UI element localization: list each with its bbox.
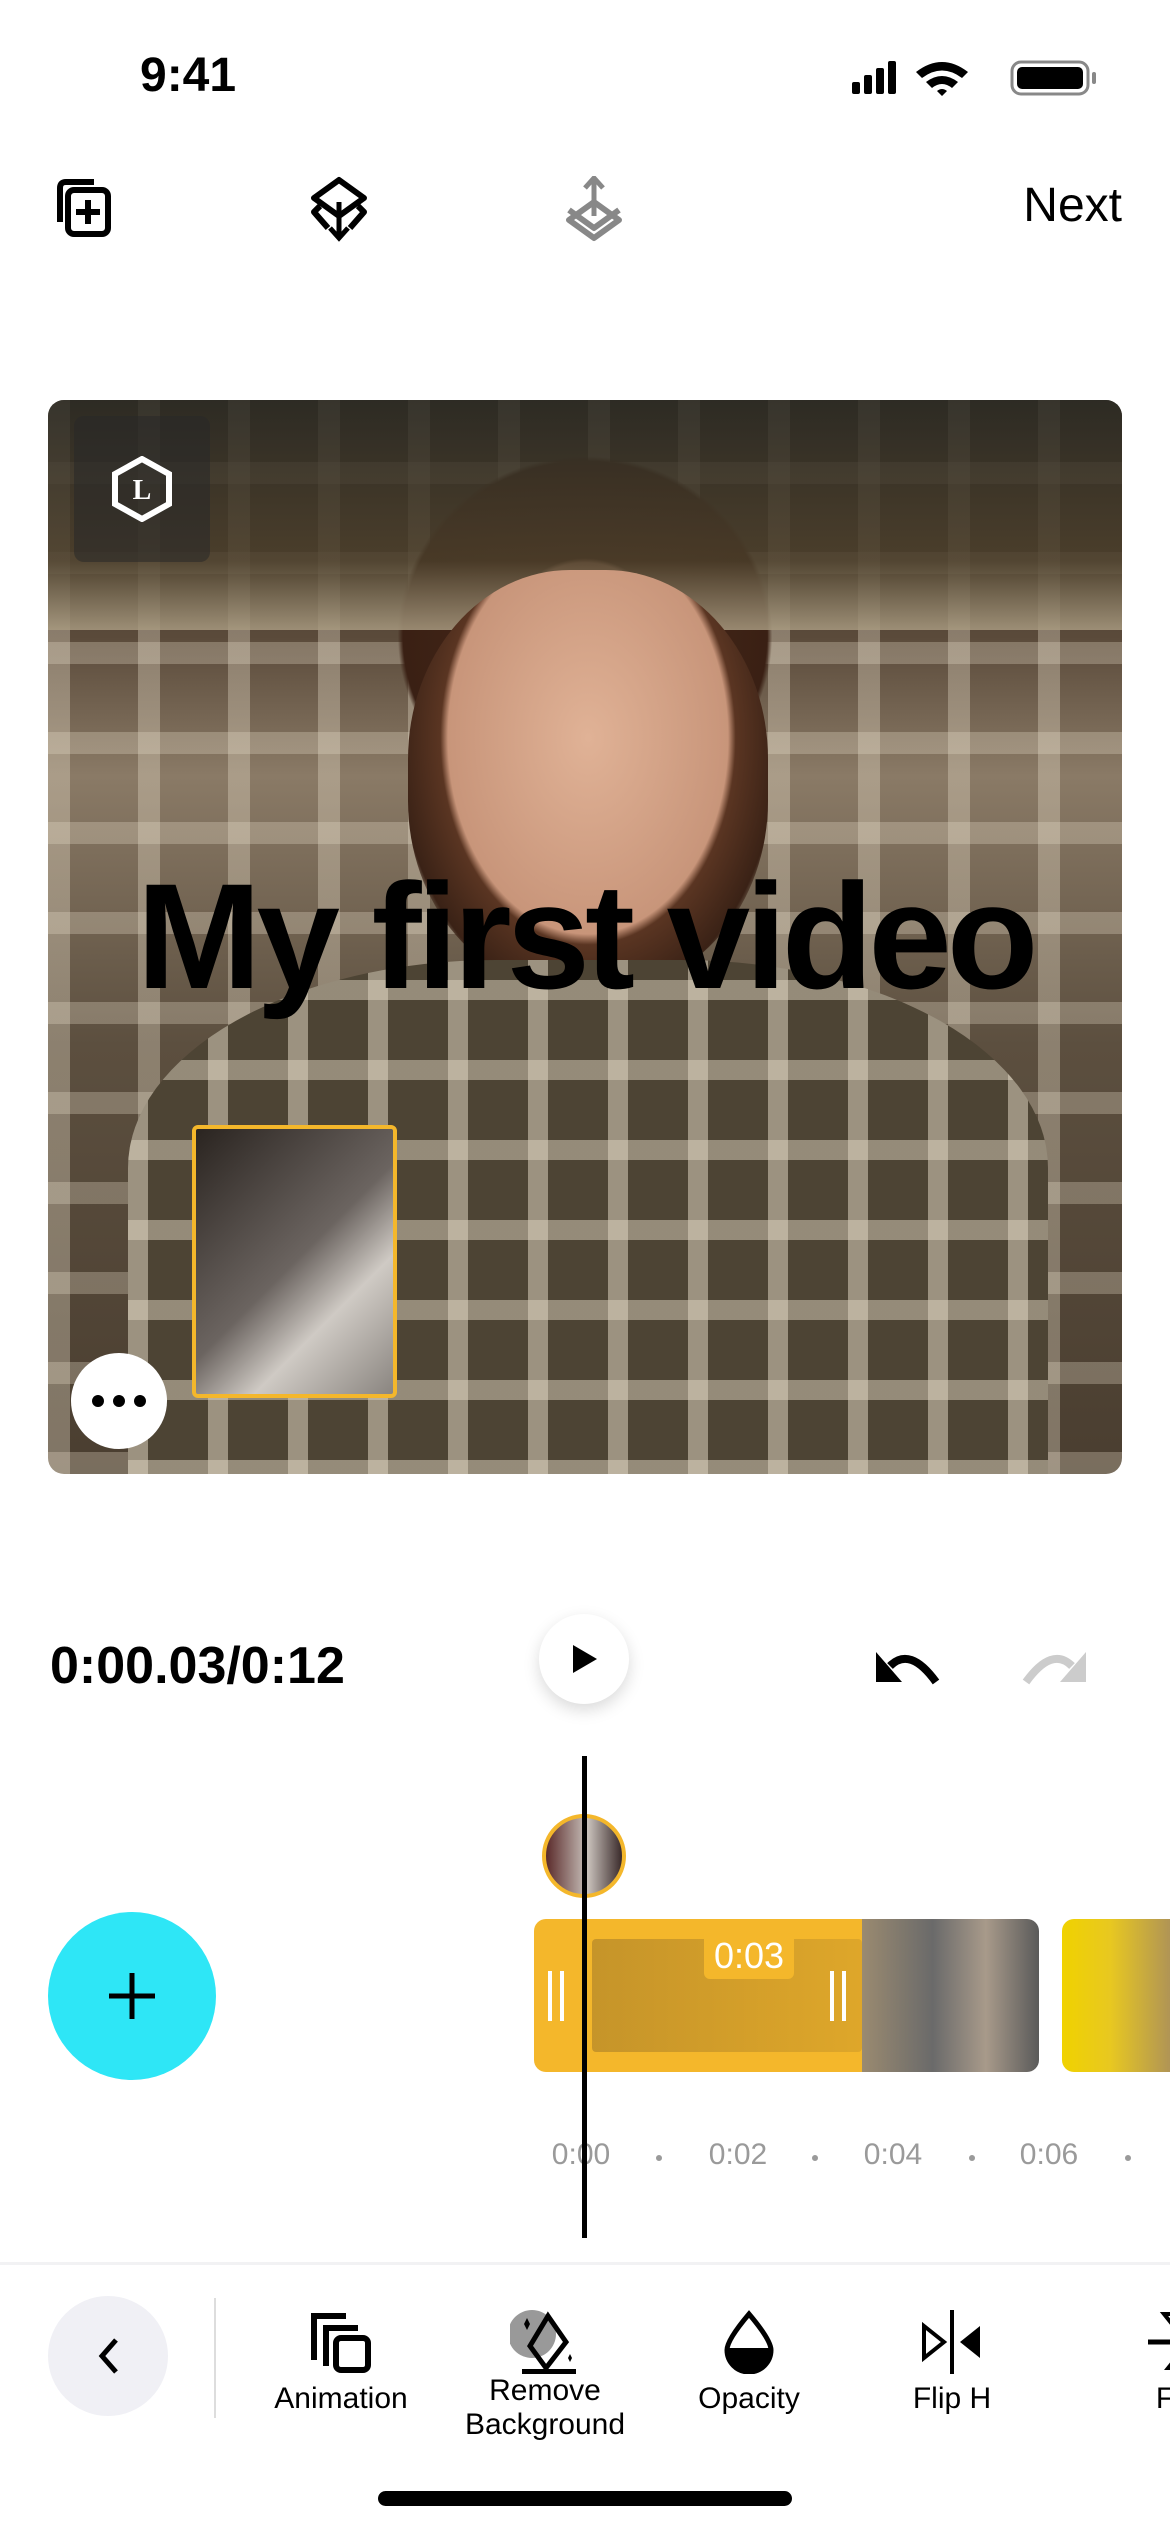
timeline-clip[interactable]	[862, 1919, 1039, 2072]
tick-dot	[656, 2155, 662, 2161]
next-button[interactable]: Next	[1023, 178, 1122, 233]
opacity-icon	[724, 2310, 774, 2374]
tool-animation[interactable]: Animation	[241, 2310, 441, 2416]
play-button[interactable]	[539, 1614, 629, 1704]
flip-horizontal-icon	[922, 2310, 980, 2374]
signal-icon	[852, 82, 860, 94]
flip-vertical-icon	[1148, 2312, 1170, 2370]
export-icon[interactable]	[563, 176, 625, 242]
add-layer-icon[interactable]	[54, 178, 114, 238]
time-tick: 0:00	[551, 2138, 611, 2171]
clip-duration: 0:03	[704, 1933, 795, 1979]
clip-left-trim-handle[interactable]	[548, 1971, 564, 2021]
play-icon	[573, 1645, 597, 1673]
tick-dot	[969, 2155, 975, 2161]
tool-label: Flip	[1155, 2382, 1170, 2415]
animation-icon	[311, 2313, 371, 2373]
timecode: 0:00.03/0:12	[50, 1637, 345, 1695]
remove-background-icon	[510, 2310, 576, 2374]
time-tick: 0:02	[708, 2138, 768, 2171]
tool-label: Remove Background	[464, 2374, 626, 2441]
tool-flip-v[interactable]: Flip	[1080, 2310, 1170, 2416]
timeline-clip[interactable]	[1062, 1919, 1170, 2072]
status-time: 9:41	[140, 49, 237, 102]
tick-dot	[1125, 2155, 1131, 2161]
status-icons	[852, 60, 1096, 96]
tool-opacity[interactable]: Opacity	[649, 2310, 849, 2416]
tool-label: Opacity	[698, 2382, 800, 2415]
redo-icon[interactable]	[1018, 1644, 1086, 1690]
plus-icon	[109, 1973, 155, 2019]
tool-flip-h[interactable]: Flip H	[852, 2310, 1052, 2416]
back-button[interactable]	[48, 2296, 168, 2416]
add-media-button[interactable]	[48, 1912, 216, 2080]
chevron-left-icon	[98, 2338, 118, 2374]
dot	[92, 1395, 104, 1407]
overlay-clip[interactable]	[192, 1125, 397, 1398]
tool-remove-background[interactable]: Remove Background	[445, 2310, 645, 2442]
clip-right-trim-handle[interactable]	[830, 1971, 846, 2021]
video-preview[interactable]: L My first video	[48, 400, 1122, 1474]
hexagon-logo-icon: L	[112, 456, 172, 522]
undo-icon[interactable]	[876, 1644, 944, 1690]
tool-label: Animation	[274, 2382, 408, 2415]
import-icon[interactable]	[308, 176, 370, 242]
wifi-icon	[916, 62, 968, 96]
time-tick: 0:04	[863, 2138, 923, 2171]
tick-dot	[812, 2155, 818, 2161]
more-options-button[interactable]	[71, 1353, 167, 1449]
svg-text:L: L	[133, 475, 152, 506]
playhead[interactable]	[582, 1756, 587, 2238]
tool-label: Flip H	[912, 2382, 992, 2415]
video-title-overlay[interactable]: My first video	[48, 850, 1122, 1023]
logo-badge[interactable]: L	[74, 416, 210, 562]
home-indicator	[378, 2491, 792, 2506]
time-tick: 0:06	[1019, 2138, 1079, 2171]
divider	[214, 2298, 216, 2418]
